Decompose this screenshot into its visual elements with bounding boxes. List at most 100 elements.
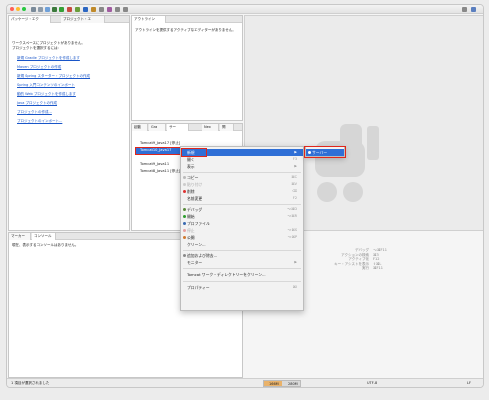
tab-gradle-label: Gra: [151, 125, 158, 129]
menu-label: デバッグ: [187, 207, 203, 212]
tab-servers[interactable]: サー: [167, 124, 189, 131]
menu-item-paste[interactable]: 貼り付け ⌘V: [181, 181, 303, 188]
menu-key: ⌥⌘P: [287, 235, 297, 239]
tab-problems[interactable]: 問: [220, 124, 234, 131]
eclipse-logo-part: [317, 182, 337, 202]
menu-item-clean[interactable]: クリーン...: [181, 241, 303, 248]
tab-launch-label: 起動: [134, 125, 141, 129]
chevron-right-icon: ▶: [294, 150, 297, 154]
search-icon[interactable]: [99, 7, 104, 12]
menu-item-rename[interactable]: 名前変更 F2: [181, 195, 303, 202]
link-new-java-project[interactable]: Java プロジェクトの作成: [17, 101, 57, 106]
external-tools-icon[interactable]: [75, 7, 80, 12]
tab-nexus[interactable]: Nex: [202, 124, 219, 131]
open-type-icon[interactable]: [91, 7, 96, 12]
status-selection: 1 項目が選択されました: [11, 381, 50, 385]
delete-icon: [183, 190, 186, 193]
tab-project-explorer-label: プロジェクト・エ: [63, 17, 91, 21]
menu-item-copy[interactable]: コピー ⌘C: [181, 174, 303, 181]
tab-package-explorer[interactable]: パッケージ・エク: [9, 16, 51, 23]
tab-launch[interactable]: 起動: [132, 124, 148, 131]
server-item[interactable]: Tomcat9_Java17 [停止]: [140, 141, 180, 146]
copy-icon: [183, 176, 186, 179]
forward-icon[interactable]: [123, 7, 128, 12]
menu-item-properties[interactable]: プロパティー ⌘I: [181, 284, 303, 291]
welcome-message-line1: ワークスペースにプロジェクトがありません。: [12, 41, 85, 45]
new-icon[interactable]: [31, 7, 36, 12]
heap-status[interactable]: 166M 280M: [263, 380, 301, 387]
menu-label: Tomcat ワーク・ディレクトリーをクリーン...: [187, 272, 266, 277]
menu-separator: [183, 172, 301, 173]
menu-item-monitor[interactable]: モニター ▶: [181, 259, 303, 266]
outline-view: アウトライン アウトラインを提供するアクティブなエディターがありません。: [131, 15, 243, 121]
menu-item-debug[interactable]: デバッグ ⌥⌘D: [181, 206, 303, 213]
shortcut-label: 実行: [362, 266, 369, 271]
back-icon[interactable]: [115, 7, 120, 12]
welcome-message-line2: プロジェクトを選択するには:: [12, 46, 59, 50]
link-import-spring-guide[interactable]: Spring 入門コンテンツのインポート: [17, 83, 75, 88]
zoom-window-icon[interactable]: [22, 7, 26, 11]
menu-item-start[interactable]: 開始 ⌥⌘R: [181, 213, 303, 220]
servers-tabbar: 起動 Gra サー Nex 問: [132, 124, 242, 131]
tab-markers[interactable]: マーカー: [9, 233, 31, 240]
eclipse-logo-part: [343, 182, 363, 202]
save-icon[interactable]: [38, 7, 43, 12]
link-new-spring-starter[interactable]: 新規 Spring スターター・プロジェクトの作成: [17, 74, 90, 79]
save-all-icon[interactable]: [45, 7, 50, 12]
menu-key: ⌘C: [291, 175, 297, 179]
menu-label: 追加および除去...: [187, 253, 218, 258]
menu-item-add-remove[interactable]: 追加および除去...: [181, 252, 303, 259]
server-item[interactable]: Tomcat9_Java11: [140, 162, 169, 166]
menu-separator: [183, 250, 301, 251]
status-encoding: UTF-8: [367, 381, 378, 385]
menu-key: F3: [292, 157, 297, 161]
menu-item-show[interactable]: 表示 ▶: [181, 163, 303, 170]
run-icon: [183, 215, 186, 218]
menu-item-publish[interactable]: 公開 ⌥⌘P: [181, 234, 303, 241]
menu-key: ⌥⌘D: [287, 207, 297, 211]
run-icon[interactable]: [59, 7, 64, 12]
server-item[interactable]: Tomcat8_Java11 [停止]: [140, 169, 180, 174]
status-line-ending: LF: [467, 381, 471, 385]
status-bar: 1 項目が選択されました 166M 280M UTF-8 LF: [7, 378, 483, 387]
new-java-class-icon[interactable]: [83, 7, 88, 12]
heap-total: 280M: [288, 382, 298, 386]
menu-item-stop[interactable]: 停止 ⌥⌘S: [181, 227, 303, 234]
tab-outline-label: アウトライン: [134, 17, 155, 21]
tab-gradle[interactable]: Gra: [149, 124, 166, 131]
tab-outline[interactable]: アウトライン: [132, 16, 166, 23]
link-new-maven-project[interactable]: Maven プロジェクトの作成: [17, 65, 61, 70]
perspective-icon[interactable]: [471, 7, 476, 12]
link-new-project[interactable]: プロジェクトの作成...: [17, 110, 52, 115]
menu-item-profile[interactable]: プロファイル: [181, 220, 303, 227]
link-import-project[interactable]: プロジェクトのインポート...: [17, 119, 62, 124]
menu-separator: [183, 281, 301, 282]
menu-label: 表示: [187, 164, 195, 169]
link-new-dynamic-web-project[interactable]: 動的 Web プロジェクトを作成します: [17, 92, 76, 97]
publish-icon: [183, 236, 186, 239]
menu-key: ⌥⌘S: [287, 228, 297, 232]
annotation-icon[interactable]: [107, 7, 112, 12]
tab-project-explorer[interactable]: プロジェクト・エ: [61, 16, 105, 23]
paste-icon: [183, 183, 186, 186]
link-new-gradle-project[interactable]: 新規 Gradle プロジェクトを作成します: [17, 56, 80, 61]
menu-label: 開始: [187, 214, 195, 219]
debug-icon[interactable]: [52, 7, 57, 12]
tab-servers-label: サー: [169, 125, 176, 129]
menu-key: ⌘V: [291, 182, 297, 186]
search-perspective-icon[interactable]: [462, 7, 467, 12]
close-window-icon[interactable]: [10, 7, 14, 11]
menu-item-open[interactable]: 開く F3: [181, 156, 303, 163]
menu-key: ⌫: [292, 189, 297, 193]
menu-label: プロファイル: [187, 221, 210, 226]
menu-item-clean-tomcat-work[interactable]: Tomcat ワーク・ディレクトリーをクリーン...: [181, 271, 303, 278]
tab-markers-label: マーカー: [11, 234, 25, 238]
context-menu: 新規 ▶ 開く F3 表示 ▶ コピー ⌘C 貼り付け ⌘V 削除 ⌫ 名前変更 F2 デバッ…: [180, 146, 304, 311]
minimize-window-icon[interactable]: [16, 7, 20, 11]
stop-icon[interactable]: [67, 7, 72, 12]
menu-item-delete[interactable]: 削除 ⌫: [181, 188, 303, 195]
shortcut-key: ⌘F11: [373, 266, 383, 271]
main-toolbar: [7, 5, 483, 14]
left-tabbar: パッケージ・エク プロジェクト・エ: [9, 16, 129, 23]
tab-console[interactable]: コンソール: [32, 233, 56, 240]
